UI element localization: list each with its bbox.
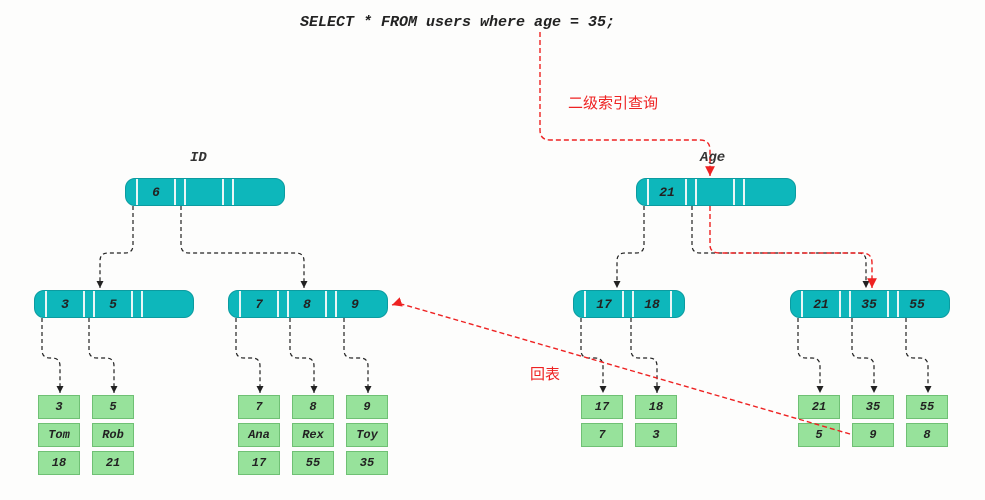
id-leaf-2-id: 7 xyxy=(238,395,280,419)
age-leaf-4: 55 8 xyxy=(906,395,948,447)
age-leaf-4-id: 8 xyxy=(906,423,948,447)
sql-statement: SELECT * FROM users where age = 35; xyxy=(300,14,615,31)
id-leaf-3-name: Rex xyxy=(292,423,334,447)
id-mid-1-node: 7 8 9 xyxy=(228,290,388,318)
id-mid-0-node: 3 5 xyxy=(34,290,194,318)
age-leaf-2-age: 21 xyxy=(798,395,840,419)
age-leaf-0-id: 7 xyxy=(581,423,623,447)
id-leaf-0-age: 18 xyxy=(38,451,80,475)
age-leaf-3-age: 35 xyxy=(852,395,894,419)
age-mid-1-val-2: 55 xyxy=(897,291,935,317)
id-leaf-0-id: 3 xyxy=(38,395,80,419)
id-leaf-2: 7 Ana 17 xyxy=(238,395,280,475)
annotation-back-to-table: 回表 xyxy=(530,363,560,384)
age-leaf-1: 18 3 xyxy=(635,395,677,447)
id-leaf-1: 5 Rob 21 xyxy=(92,395,134,475)
age-leaf-0-age: 17 xyxy=(581,395,623,419)
id-leaf-3-id: 8 xyxy=(292,395,334,419)
id-leaf-3-age: 55 xyxy=(292,451,334,475)
age-leaf-0: 17 7 xyxy=(581,395,623,447)
age-leaf-3-id: 9 xyxy=(852,423,894,447)
id-leaf-0-name: Tom xyxy=(38,423,80,447)
age-leaf-1-age: 18 xyxy=(635,395,677,419)
id-mid-1-val-2: 9 xyxy=(335,291,373,317)
age-leaf-2: 21 5 xyxy=(798,395,840,447)
id-root-val-0: 6 xyxy=(136,179,174,205)
id-leaf-1-age: 21 xyxy=(92,451,134,475)
id-leaf-2-age: 17 xyxy=(238,451,280,475)
id-leaf-1-id: 5 xyxy=(92,395,134,419)
age-leaf-3: 35 9 xyxy=(852,395,894,447)
age-leaf-2-id: 5 xyxy=(798,423,840,447)
id-leaf-4: 9 Toy 35 xyxy=(346,395,388,475)
age-root-val-0: 21 xyxy=(647,179,685,205)
id-tree-label: ID xyxy=(190,150,207,166)
id-leaf-2-name: Ana xyxy=(238,423,280,447)
age-mid-1-val-0: 21 xyxy=(801,291,839,317)
id-leaf-3: 8 Rex 55 xyxy=(292,395,334,475)
id-root-node: 6 xyxy=(125,178,285,206)
id-mid-0-val-1: 5 xyxy=(93,291,131,317)
id-mid-1-val-0: 7 xyxy=(239,291,277,317)
age-mid-1-val-1: 35 xyxy=(849,291,887,317)
age-mid-0-val-1: 18 xyxy=(632,291,670,317)
annotation-secondary-index: 二级索引查询 xyxy=(568,92,658,113)
age-mid-1-node: 21 35 55 xyxy=(790,290,950,318)
id-mid-0-val-0: 3 xyxy=(45,291,83,317)
id-leaf-0: 3 Tom 18 xyxy=(38,395,80,475)
id-leaf-4-name: Toy xyxy=(346,423,388,447)
age-root-node: 21 xyxy=(636,178,796,206)
id-leaf-1-name: Rob xyxy=(92,423,134,447)
age-mid-0-val-0: 17 xyxy=(584,291,622,317)
id-mid-1-val-1: 8 xyxy=(287,291,325,317)
age-tree-label: Age xyxy=(700,150,725,166)
age-leaf-1-id: 3 xyxy=(635,423,677,447)
age-mid-0-node: 17 18 xyxy=(573,290,685,318)
id-leaf-4-id: 9 xyxy=(346,395,388,419)
age-leaf-4-age: 55 xyxy=(906,395,948,419)
id-leaf-4-age: 35 xyxy=(346,451,388,475)
